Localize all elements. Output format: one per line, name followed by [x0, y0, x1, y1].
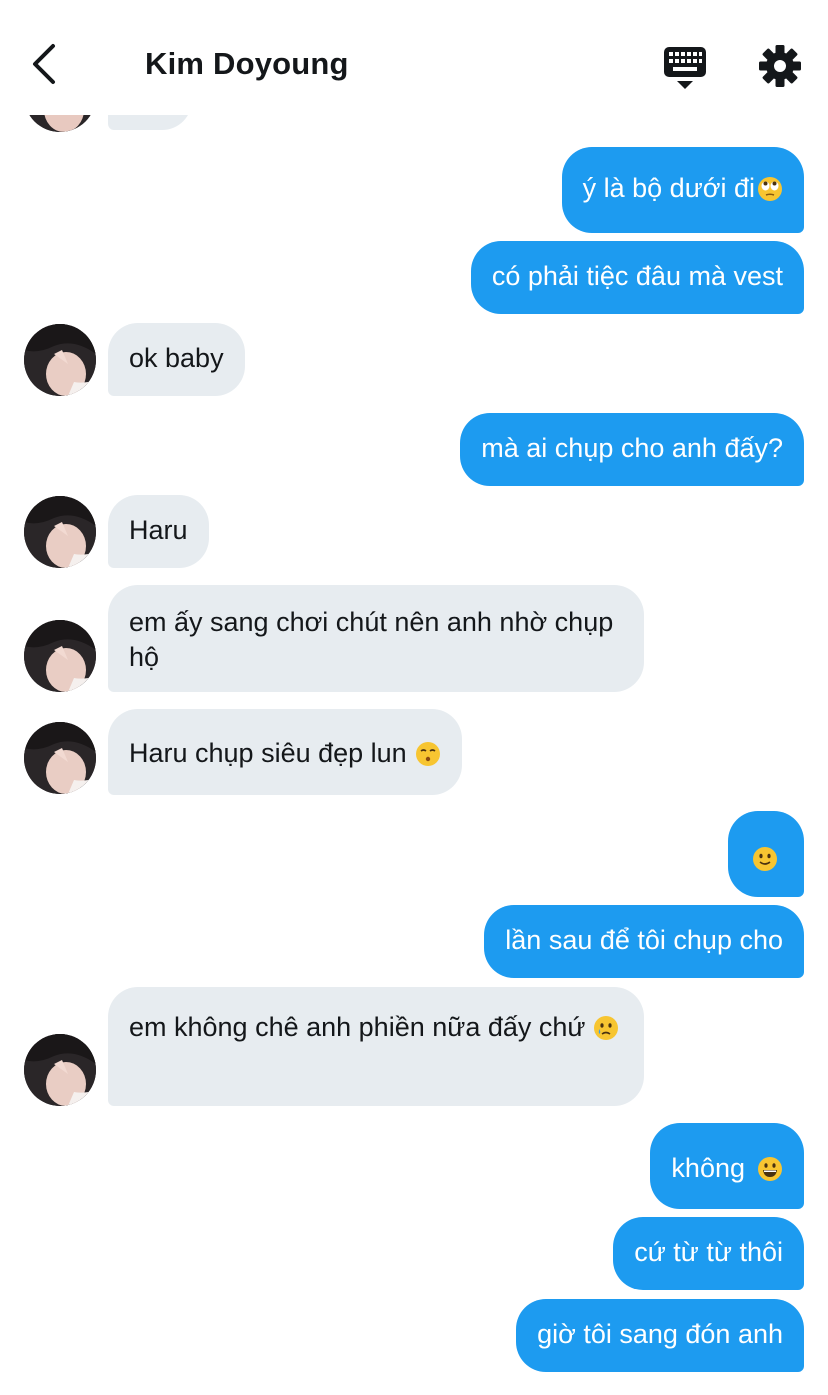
message-incoming[interactable]: Haru	[108, 495, 209, 568]
message-outgoing[interactable]: không	[650, 1123, 804, 1209]
message-outgoing[interactable]: giờ tôi sang đón anh	[516, 1299, 804, 1372]
message-text: ok baby	[129, 343, 224, 373]
conversation-header: Kim Doyoung	[0, 0, 828, 115]
back-button[interactable]	[22, 42, 66, 90]
message-text: cứ từ từ thôi	[634, 1237, 783, 1267]
avatar[interactable]	[24, 1034, 96, 1106]
message-text: ý là bộ dưới đi	[582, 173, 755, 203]
avatar[interactable]	[24, 496, 96, 568]
message-text: không	[671, 1153, 745, 1183]
message-outgoing[interactable]: ý là bộ dưới đi	[561, 147, 804, 233]
message-outgoing[interactable]: lần sau để tôi chụp cho	[484, 905, 804, 978]
message-outgoing[interactable]	[728, 811, 804, 897]
message-outgoing[interactable]: cứ từ từ thôi	[613, 1217, 804, 1290]
message-text: em không chê anh phiền nữa đấy chứ	[129, 1012, 586, 1042]
message-incoming[interactable]: Haru chụp siêu đẹp lun	[108, 709, 462, 795]
grinning-face-icon	[757, 1156, 783, 1182]
message-text: có phải tiệc đâu mà vest	[491, 261, 783, 291]
message-outgoing[interactable]: mà ai chụp cho anh đấy?	[460, 413, 804, 486]
crying-face-icon	[593, 1012, 619, 1040]
conversation-title: Kim Doyoung	[145, 46, 349, 81]
message-text: em ấy sang chơi chút nên anh nhờ chụp hộ	[129, 607, 614, 672]
slightly-smiling-face-icon	[752, 846, 778, 872]
gear-icon	[756, 45, 804, 94]
avatar[interactable]	[24, 324, 96, 396]
chat-screen: ý là bộ dưới đi có phải tiệc đâu mà vest…	[0, 0, 828, 1395]
message-text: giờ tôi sang đón anh	[537, 1319, 783, 1349]
message-incoming[interactable]: ok baby	[108, 323, 245, 396]
face-with-rolling-eyes-icon	[757, 176, 783, 202]
keyboard-icon	[660, 47, 710, 96]
keyboard-shortcuts-button[interactable]	[660, 44, 710, 92]
message-outgoing[interactable]: có phải tiệc đâu mà vest	[470, 241, 804, 314]
avatar[interactable]	[24, 620, 96, 692]
message-text: Haru chụp siêu đẹp lun	[129, 738, 407, 768]
message-incoming[interactable]: em không chê anh phiền nữa đấy chứ	[108, 987, 644, 1106]
message-text: Haru	[129, 515, 188, 545]
message-text: mà ai chụp cho anh đấy?	[481, 433, 783, 463]
settings-button[interactable]	[756, 42, 804, 90]
avatar[interactable]	[24, 722, 96, 794]
kissing-face-icon	[415, 741, 441, 767]
message-incoming[interactable]: em ấy sang chơi chút nên anh nhờ chụp hộ	[108, 585, 644, 692]
message-thread[interactable]: ý là bộ dưới đi có phải tiệc đâu mà vest…	[0, 0, 828, 1395]
message-text: lần sau để tôi chụp cho	[505, 925, 783, 955]
back-arrow-icon	[29, 42, 59, 91]
